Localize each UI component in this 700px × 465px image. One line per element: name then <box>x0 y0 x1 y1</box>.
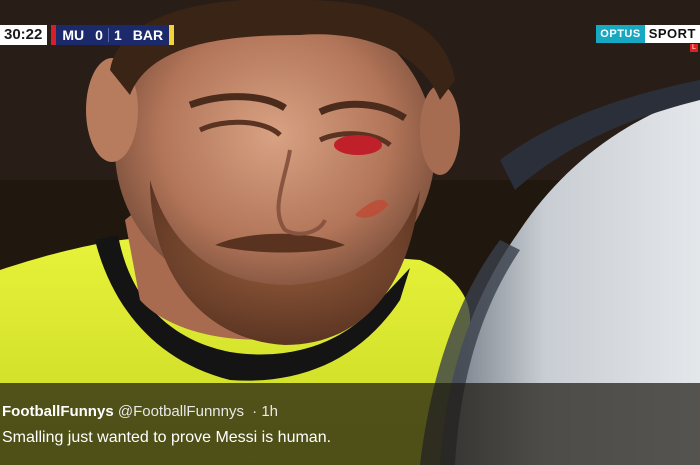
tweet-author-handle[interactable]: @FootballFunnnys <box>118 403 244 420</box>
tweet-media-frame: 30:22 MU 0 1 BAR OPTUS SPORT L FootballF… <box>0 0 700 465</box>
away-team-name: BAR <box>132 27 164 43</box>
tweet-timestamp[interactable]: 1h <box>261 403 278 420</box>
broadcaster-logo: OPTUS SPORT <box>596 25 700 43</box>
broadcaster-brand: OPTUS <box>596 25 645 43</box>
home-team-score: 0 <box>95 27 103 43</box>
away-team-score: 1 <box>113 27 122 43</box>
broadcaster-channel: SPORT <box>644 25 700 43</box>
tweet-header: FootballFunnys @FootballFunnnys · 1h <box>2 403 278 420</box>
score-panel: MU 0 1 BAR <box>51 25 175 45</box>
tweet-overlay: FootballFunnys @FootballFunnnys · 1h Sma… <box>0 383 700 465</box>
live-marker: L <box>690 44 698 52</box>
scoreboard: 30:22 MU 0 1 BAR <box>0 25 175 45</box>
tweet-text: Smalling just wanted to prove Messi is h… <box>2 429 332 446</box>
tweet-author-name[interactable]: FootballFunnys <box>2 403 114 420</box>
match-clock: 30:22 <box>0 25 48 45</box>
home-team-name: MU <box>62 27 85 43</box>
away-team-color-stripe <box>169 25 175 45</box>
tweet-separator: · <box>252 403 258 420</box>
